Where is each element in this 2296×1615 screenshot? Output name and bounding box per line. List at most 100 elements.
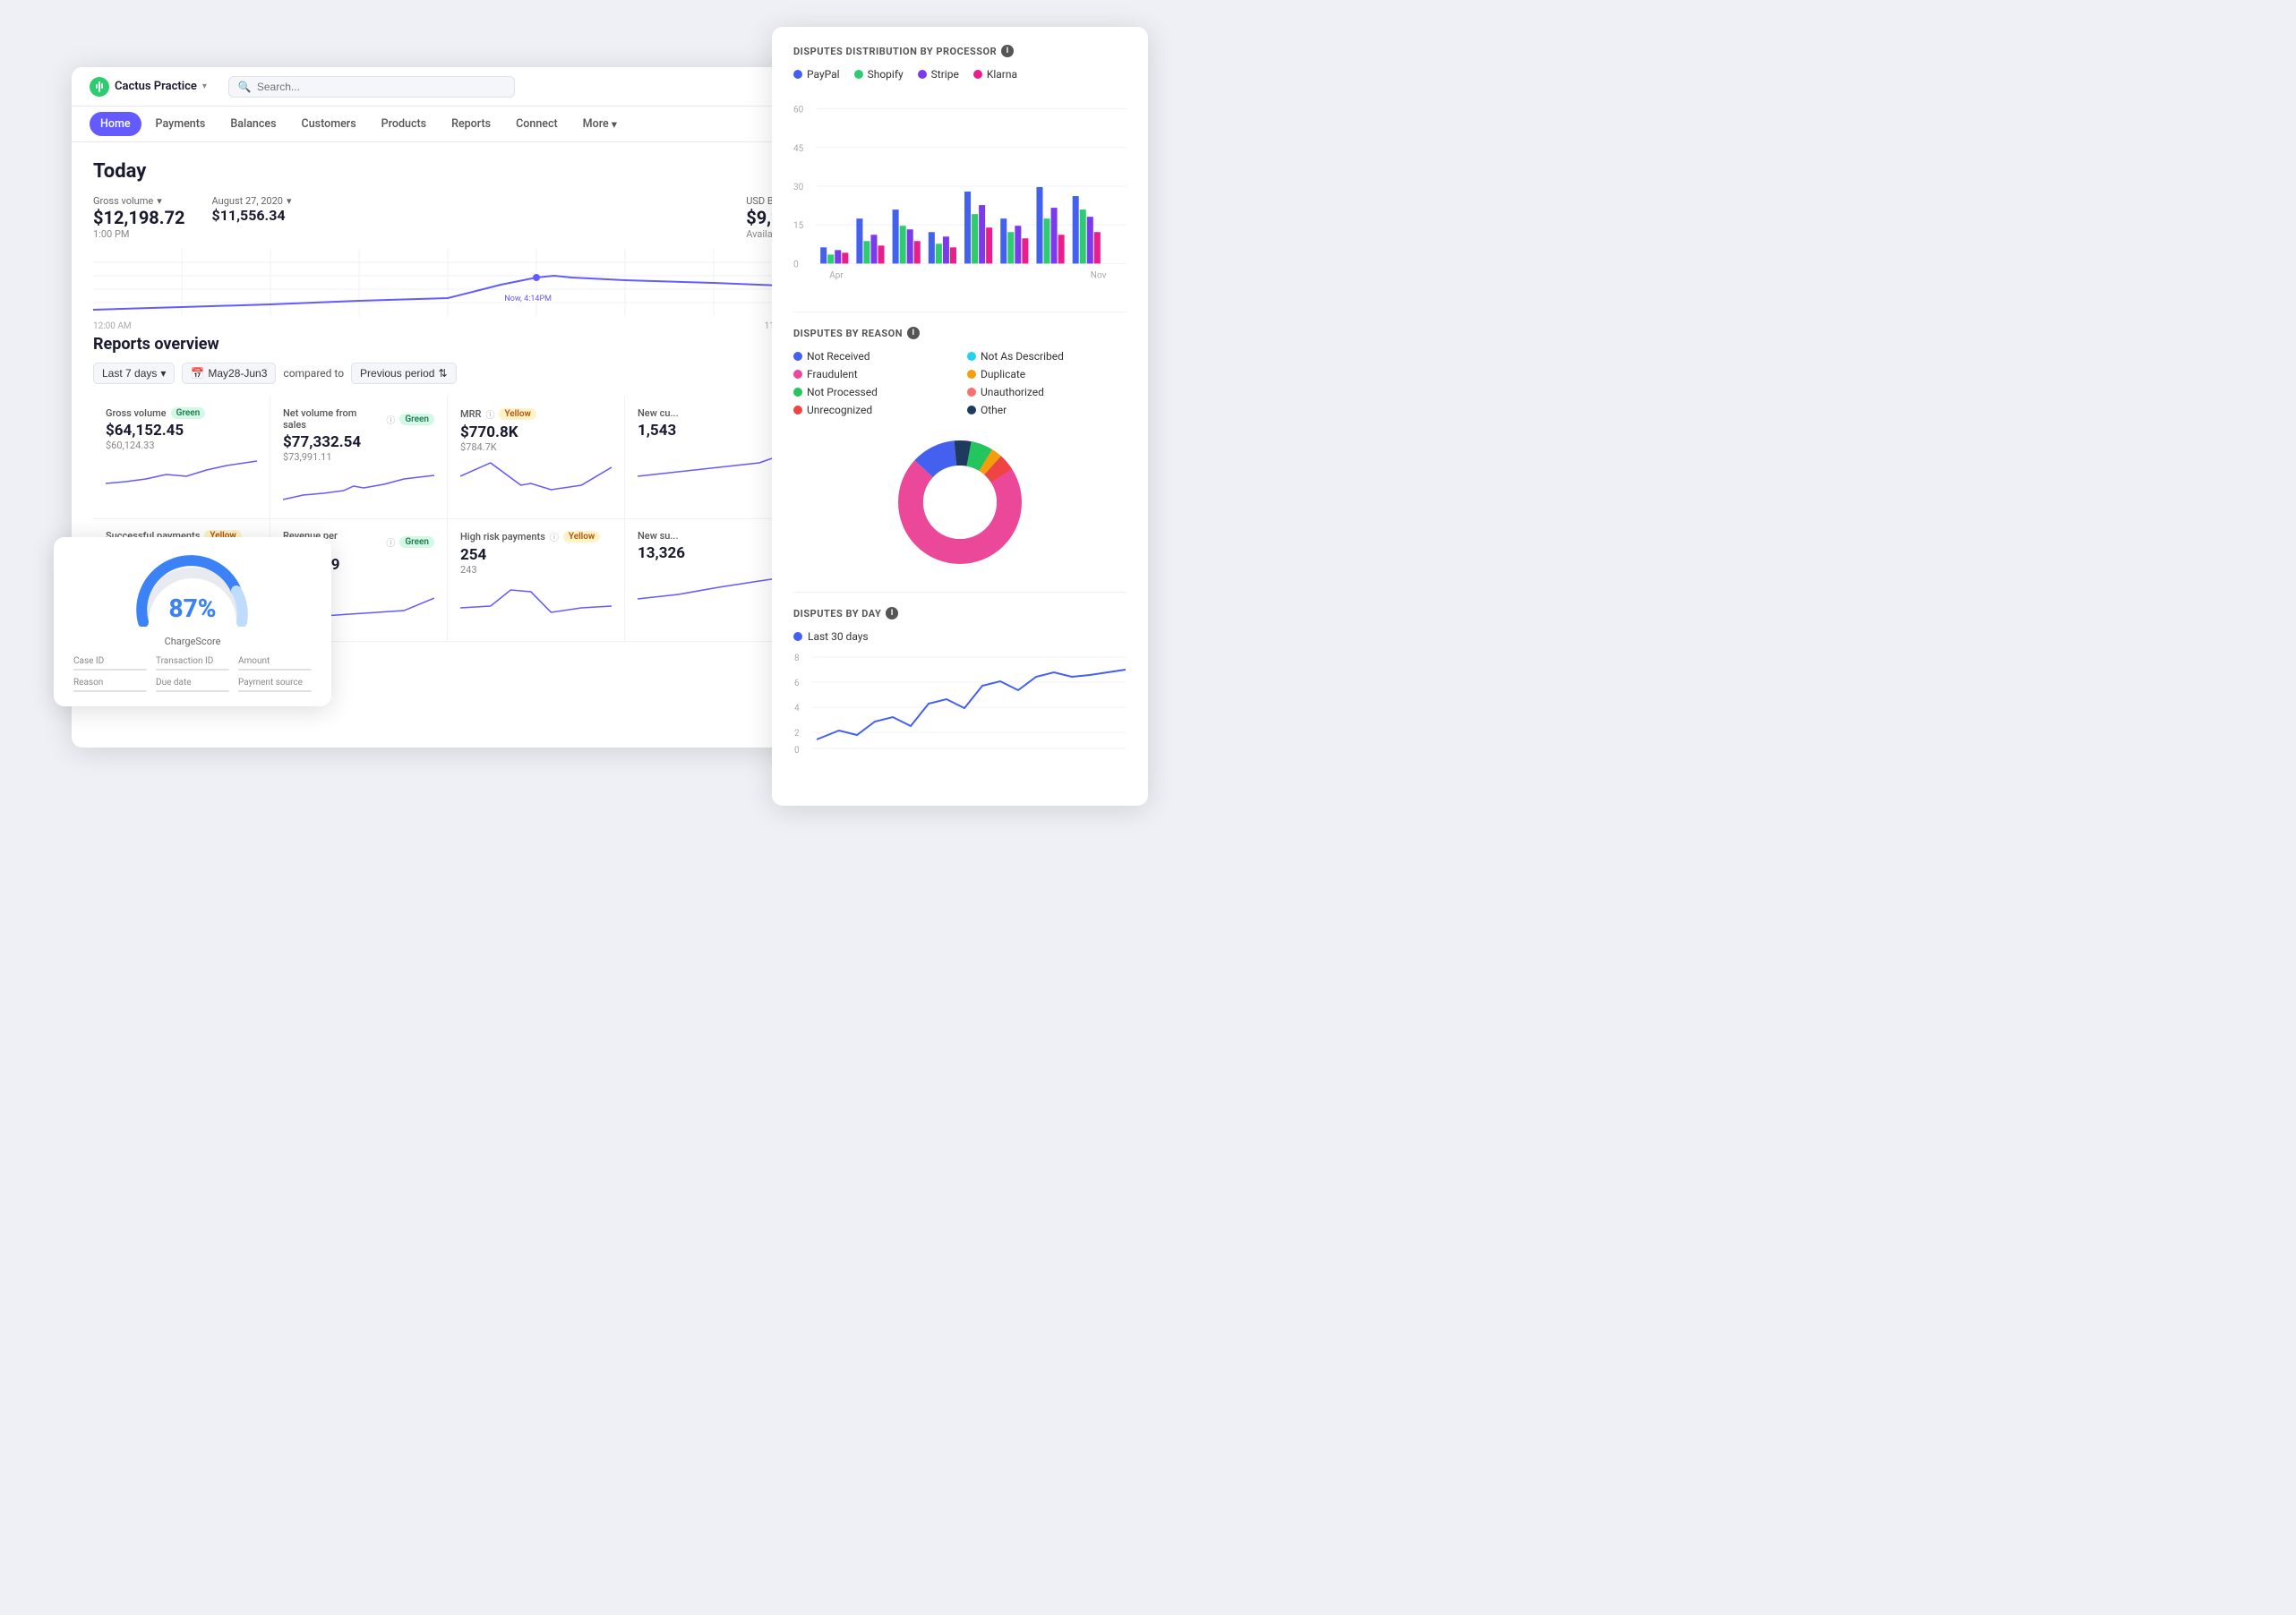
nav-item-home[interactable]: Home bbox=[90, 112, 141, 136]
field-transaction-id-line bbox=[156, 669, 229, 671]
nav-item-products[interactable]: Products bbox=[371, 112, 437, 136]
field-transaction-id: Transaction ID bbox=[156, 656, 229, 671]
report-compare-1: $73,991.11 bbox=[283, 451, 434, 463]
by-day-legend: Last 30 days bbox=[793, 630, 1127, 643]
report-cell-2: MRR ⓘ Yellow $770.8K $784.7K bbox=[448, 397, 625, 519]
today-metrics-row: Gross volume ▾ $12,198.72 1:00 PM August… bbox=[93, 195, 802, 240]
info-icon-1: ⓘ bbox=[386, 413, 395, 426]
date-label: August 27, 2020 ▾ bbox=[212, 195, 292, 207]
svg-text:Nov: Nov bbox=[1091, 271, 1107, 281]
field-case-id: Case ID bbox=[73, 656, 147, 671]
paypal-dot bbox=[793, 70, 802, 79]
nav-item-more[interactable]: More ▾ bbox=[572, 112, 628, 137]
klarna-dot bbox=[973, 70, 982, 79]
reason-other: Other bbox=[967, 404, 1127, 416]
brand-name: Cactus Practice bbox=[115, 80, 197, 93]
distribution-info-icon: i bbox=[1001, 45, 1014, 57]
report-label-7: New su... bbox=[638, 530, 679, 542]
report-value-7: 13,326 bbox=[638, 544, 790, 562]
badge-2: Yellow bbox=[499, 408, 535, 420]
report-cell-6: High risk payments ⓘ Yellow 254 243 bbox=[448, 519, 625, 642]
nav-item-connect[interactable]: Connect bbox=[505, 112, 569, 136]
reports-title: Reports overview bbox=[93, 335, 802, 354]
nav-item-balances[interactable]: Balances bbox=[219, 112, 287, 136]
search-icon: 🔍 bbox=[238, 81, 252, 93]
field-due-date-label: Due date bbox=[156, 678, 229, 688]
reasons-title: DISPUTES BY REASON i bbox=[793, 327, 1127, 339]
report-label-3: New cu... bbox=[638, 407, 679, 419]
chevron-down-icon[interactable]: ▾ bbox=[157, 195, 162, 207]
now-label: Now, 4:14PM bbox=[504, 295, 552, 304]
unrecognized-dot bbox=[793, 406, 802, 414]
field-due-date-line bbox=[156, 690, 229, 692]
date-filter-btn[interactable]: 📅 May28-Jun3 bbox=[182, 363, 276, 384]
nav-item-customers[interactable]: Customers bbox=[291, 112, 367, 136]
reason-not-received: Not Received bbox=[793, 350, 953, 363]
by-day-chart-svg: 8 6 4 2 0 bbox=[793, 650, 1127, 757]
svg-text:Apr: Apr bbox=[829, 271, 844, 281]
fraudulent-dot bbox=[793, 370, 802, 379]
svg-text:15: 15 bbox=[793, 221, 804, 231]
field-amount-label: Amount bbox=[238, 656, 312, 666]
divider-2 bbox=[793, 592, 1127, 593]
shopify-dot bbox=[854, 70, 863, 79]
not-received-dot bbox=[793, 352, 802, 361]
svg-text:4: 4 bbox=[794, 704, 800, 714]
other-dot bbox=[967, 406, 976, 414]
info-icon-6: ⓘ bbox=[550, 530, 559, 543]
report-compare-2: $784.7K bbox=[460, 441, 612, 453]
gross-volume-metric: Gross volume ▾ $12,198.72 1:00 PM bbox=[93, 195, 185, 240]
search-input[interactable] bbox=[257, 81, 505, 93]
report-label-0: Gross volume bbox=[106, 407, 167, 419]
gross-volume-value: $12,198.72 bbox=[93, 207, 185, 228]
nav-item-payments[interactable]: Payments bbox=[145, 112, 217, 136]
date-metric: August 27, 2020 ▾ $11,556.34 bbox=[212, 195, 292, 240]
compared-to-label: compared to bbox=[283, 367, 344, 380]
legend-paypal: PayPal bbox=[793, 68, 840, 81]
field-case-id-label: Case ID bbox=[73, 656, 147, 666]
top-nav: Cactus Practice ▾ 🔍 bbox=[72, 67, 824, 107]
reason-fraudulent: Fraudulent bbox=[793, 368, 953, 380]
svg-text:0: 0 bbox=[794, 746, 800, 756]
reasons-grid: Not Received Not As Described Fraudulent… bbox=[793, 350, 1127, 416]
reason-duplicate: Duplicate bbox=[967, 368, 1127, 380]
report-value-3: 1,543 bbox=[638, 422, 790, 440]
report-value-0: $64,152.45 bbox=[106, 422, 257, 440]
field-reason: Reason bbox=[73, 678, 147, 692]
badge-5: Green bbox=[399, 536, 434, 548]
today-title: Today bbox=[93, 160, 802, 183]
by-day-info-icon: i bbox=[886, 607, 898, 620]
badge-6: Yellow bbox=[563, 531, 600, 543]
prev-period-chevron-icon: ⇅ bbox=[438, 367, 447, 380]
legend-stripe: Stripe bbox=[918, 68, 959, 81]
chart-labels: 12:00 AM 11:59 PM bbox=[93, 321, 802, 331]
duplicate-dot bbox=[967, 370, 976, 379]
nav-item-reports[interactable]: Reports bbox=[441, 112, 501, 136]
stripe-dot bbox=[918, 70, 927, 79]
today-chart: 12:00 AM 11:59 PM Now, 4:14PM bbox=[93, 249, 802, 320]
gauge-text: 87% bbox=[168, 594, 216, 623]
field-amount-line bbox=[238, 669, 312, 671]
svg-text:30: 30 bbox=[793, 183, 804, 192]
field-reason-line bbox=[73, 690, 147, 692]
prev-period-filter-btn[interactable]: Previous period ⇅ bbox=[351, 363, 456, 384]
svg-text:0: 0 bbox=[793, 260, 799, 269]
by-day-dot bbox=[793, 632, 802, 641]
field-transaction-id-label: Transaction ID bbox=[156, 656, 229, 666]
search-bar[interactable]: 🔍 bbox=[228, 76, 515, 98]
reason-unauthorized: Unauthorized bbox=[967, 386, 1127, 398]
calendar-icon: 📅 bbox=[191, 367, 204, 380]
filter-row: Last 7 days ▾ 📅 May28-Jun3 compared to P… bbox=[93, 363, 802, 384]
by-day-chart: 8 6 4 2 0 bbox=[793, 650, 1127, 761]
info-icon-2: ⓘ bbox=[485, 407, 494, 421]
more-chevron-icon: ▾ bbox=[612, 117, 617, 132]
report-label-6: High risk payments bbox=[460, 531, 545, 543]
svg-text:45: 45 bbox=[793, 144, 804, 154]
logo-area[interactable]: Cactus Practice ▾ bbox=[90, 77, 207, 97]
period-filter-btn[interactable]: Last 7 days ▾ bbox=[93, 363, 175, 384]
svg-text:2: 2 bbox=[794, 729, 800, 739]
reason-not-as-described: Not As Described bbox=[967, 350, 1127, 363]
date-chevron-icon[interactable]: ▾ bbox=[287, 195, 292, 207]
legend-shopify: Shopify bbox=[854, 68, 904, 81]
processor-legend: PayPal Shopify Stripe Klarna bbox=[793, 68, 1127, 81]
